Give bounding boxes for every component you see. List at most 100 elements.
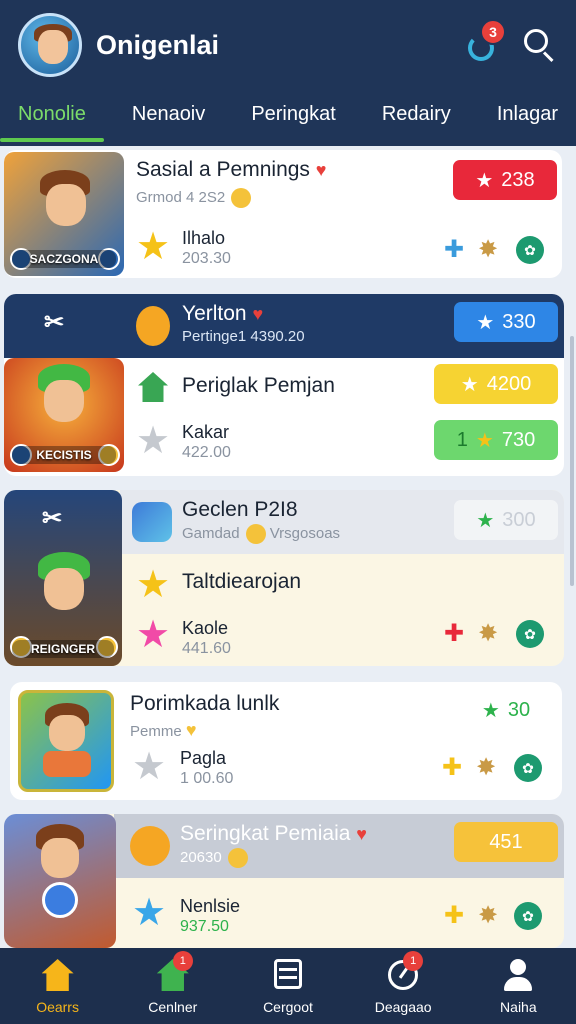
list-item[interactable]: SACZGONA Sasial a Pemnings ♥ Grmod 4 2S2… bbox=[4, 150, 562, 278]
item-value: 937.50 bbox=[180, 918, 229, 935]
list-line bbox=[278, 976, 297, 979]
card-title-text: Sasial a Pemnings bbox=[136, 158, 310, 181]
arrow-icon[interactable]: ✚ bbox=[444, 904, 464, 928]
tab-peringkat[interactable]: Peringkat bbox=[247, 90, 340, 138]
item-value: 1 00.60 bbox=[180, 770, 234, 787]
arrow-icon[interactable]: ✚ bbox=[442, 756, 462, 780]
nav-item-center[interactable]: 1 Cenlner bbox=[123, 951, 223, 1015]
mini-thumbnail bbox=[132, 502, 172, 542]
card-header-sub-text: 20630 bbox=[180, 848, 222, 866]
score-badge[interactable]: ★ 330 bbox=[454, 302, 558, 342]
score-badge[interactable]: ★ 4200 bbox=[434, 364, 558, 404]
star-blue-icon: ★ bbox=[132, 892, 167, 934]
star-glyph: ★ bbox=[136, 226, 171, 268]
item-value: 422.00 bbox=[182, 444, 231, 461]
score-value: 238 bbox=[501, 168, 535, 191]
card-title: Periglak Pemjan bbox=[182, 374, 335, 397]
tab-nenaoiv[interactable]: Nenaoiv bbox=[128, 90, 209, 138]
card-title: Sasial a Pemnings ♥ bbox=[136, 158, 326, 182]
heart-icon: ♥ bbox=[252, 304, 264, 324]
item-name: Ilhalo bbox=[182, 228, 226, 248]
plus-icon[interactable]: ✚ bbox=[444, 622, 464, 646]
tool-icon: ✂ bbox=[44, 309, 65, 336]
list-item[interactable]: ✂ REIGNGER Geclen P2I8 Gamdad Vrsgosoas … bbox=[4, 490, 564, 666]
paw-icon[interactable]: ✸ bbox=[478, 238, 498, 262]
item-name: Nenlsie bbox=[180, 896, 241, 916]
mini-avatar bbox=[136, 306, 170, 346]
game-thumbnail: KECISTIS bbox=[4, 358, 124, 472]
card-subtitle-text: Pemme bbox=[130, 723, 182, 740]
card-header-title-text: Seringkat Pemiaia bbox=[180, 822, 351, 845]
arrow-up-icon[interactable]: ✚ bbox=[444, 238, 464, 262]
star-outline-icon: ★ bbox=[132, 746, 167, 788]
game-thumbnail: SACZGONA bbox=[4, 152, 124, 276]
star-icon: ★ bbox=[476, 311, 495, 334]
share-icon[interactable]: ✿ bbox=[516, 620, 544, 648]
score-badge[interactable]: ★ 238 bbox=[453, 160, 557, 200]
game-thumbnail: ✂ REIGNGER bbox=[4, 490, 122, 666]
star-icon: ★ bbox=[475, 169, 494, 192]
nav-label: Naiha bbox=[500, 999, 537, 1015]
mini-avatar bbox=[130, 826, 170, 866]
star-icon: ★ bbox=[475, 429, 494, 452]
game-list[interactable]: SACZGONA Sasial a Pemnings ♥ Grmod 4 2S2… bbox=[0, 146, 576, 948]
score-value: 30 bbox=[507, 698, 531, 721]
home-green-icon: 1 bbox=[153, 951, 193, 993]
avatar[interactable] bbox=[18, 13, 82, 77]
score-badge[interactable]: ★ 30 bbox=[456, 690, 556, 730]
search-icon[interactable] bbox=[518, 25, 558, 65]
card-header-title: Geclen P2I8 bbox=[182, 498, 298, 521]
paw-icon[interactable]: ✸ bbox=[476, 756, 496, 780]
list-frame bbox=[273, 959, 302, 989]
list-item[interactable]: ✂ Yerlton ♥ Pertinge1 4390.20 ★ 330 KECIS… bbox=[4, 294, 564, 476]
heart-icon: ♥ bbox=[356, 824, 367, 844]
thumb-label: SACZGONA bbox=[12, 250, 116, 268]
character-face bbox=[49, 715, 85, 751]
character-orb bbox=[42, 882, 78, 918]
notification-bell-icon[interactable]: 3 bbox=[462, 19, 506, 65]
item-value: 203.30 bbox=[182, 250, 231, 267]
character-face bbox=[44, 380, 84, 422]
card-subtitle-text: Grmod 4 2S2 bbox=[136, 188, 226, 206]
profile-head bbox=[510, 959, 527, 975]
card-subtitle: Grmod 4 2S2 bbox=[136, 188, 252, 208]
star-icon: ★ bbox=[136, 228, 170, 266]
nav-item-list[interactable]: Cergoot bbox=[238, 957, 338, 1015]
nav-item-gauge[interactable]: 1 Deagaao bbox=[353, 951, 453, 1015]
card-header-sub-extra: Vrsgosoas bbox=[269, 524, 341, 542]
score-badge[interactable]: 451 bbox=[454, 822, 558, 862]
item-value: 441.60 bbox=[182, 640, 231, 657]
score-badge[interactable]: ★ 300 bbox=[454, 500, 558, 540]
tab-redairy[interactable]: Redairy bbox=[378, 90, 455, 138]
share-icon[interactable]: ✿ bbox=[514, 902, 542, 930]
list-item[interactable]: Seringkat Pemiaia ♥ 20630 451 ★ Nenlsie … bbox=[4, 814, 564, 948]
tab-inlagar[interactable]: Inlagar bbox=[493, 90, 562, 138]
card-header-title: Yerlton ♥ bbox=[182, 302, 263, 326]
paw-icon[interactable]: ✸ bbox=[478, 622, 498, 646]
heart-icon: ♥ bbox=[185, 720, 197, 740]
smile-icon bbox=[227, 848, 248, 868]
item-name: Kakar bbox=[182, 422, 230, 442]
card-header-title: Seringkat Pemiaia ♥ bbox=[180, 822, 367, 846]
profile-icon bbox=[498, 957, 538, 993]
card-header-sub-text: Gamdad bbox=[182, 524, 240, 542]
nav-item-profile[interactable]: Naiha bbox=[468, 957, 568, 1015]
score-value: 4200 bbox=[486, 372, 532, 395]
scrollbar[interactable] bbox=[570, 336, 574, 586]
app-header: Onigenlai 3 bbox=[0, 0, 576, 90]
share-icon[interactable]: ✿ bbox=[516, 236, 544, 264]
search-handle-shape bbox=[542, 51, 554, 63]
bottom-nav: Oearrs 1 Cenlner Cergoot 1 Deagaao Naiha bbox=[0, 948, 576, 1024]
card-subtitle: Pemme ♥ bbox=[130, 720, 197, 741]
share-icon[interactable]: ✿ bbox=[514, 754, 542, 782]
score-value: 300 bbox=[502, 508, 536, 531]
paw-icon[interactable]: ✸ bbox=[478, 904, 498, 928]
list-item[interactable]: Porimkada lunlk Pemme ♥ ★ 30 ★ Pagla 1 00… bbox=[10, 682, 562, 800]
nav-item-home[interactable]: Oearrs bbox=[8, 957, 108, 1015]
tab-nonolie[interactable]: Nonolie bbox=[0, 90, 104, 142]
home-icon bbox=[138, 372, 168, 402]
avatar-face bbox=[38, 30, 68, 64]
rank-badge[interactable]: 1 ★ 730 bbox=[434, 420, 558, 460]
profile-body bbox=[504, 977, 533, 991]
character-body bbox=[43, 751, 91, 777]
